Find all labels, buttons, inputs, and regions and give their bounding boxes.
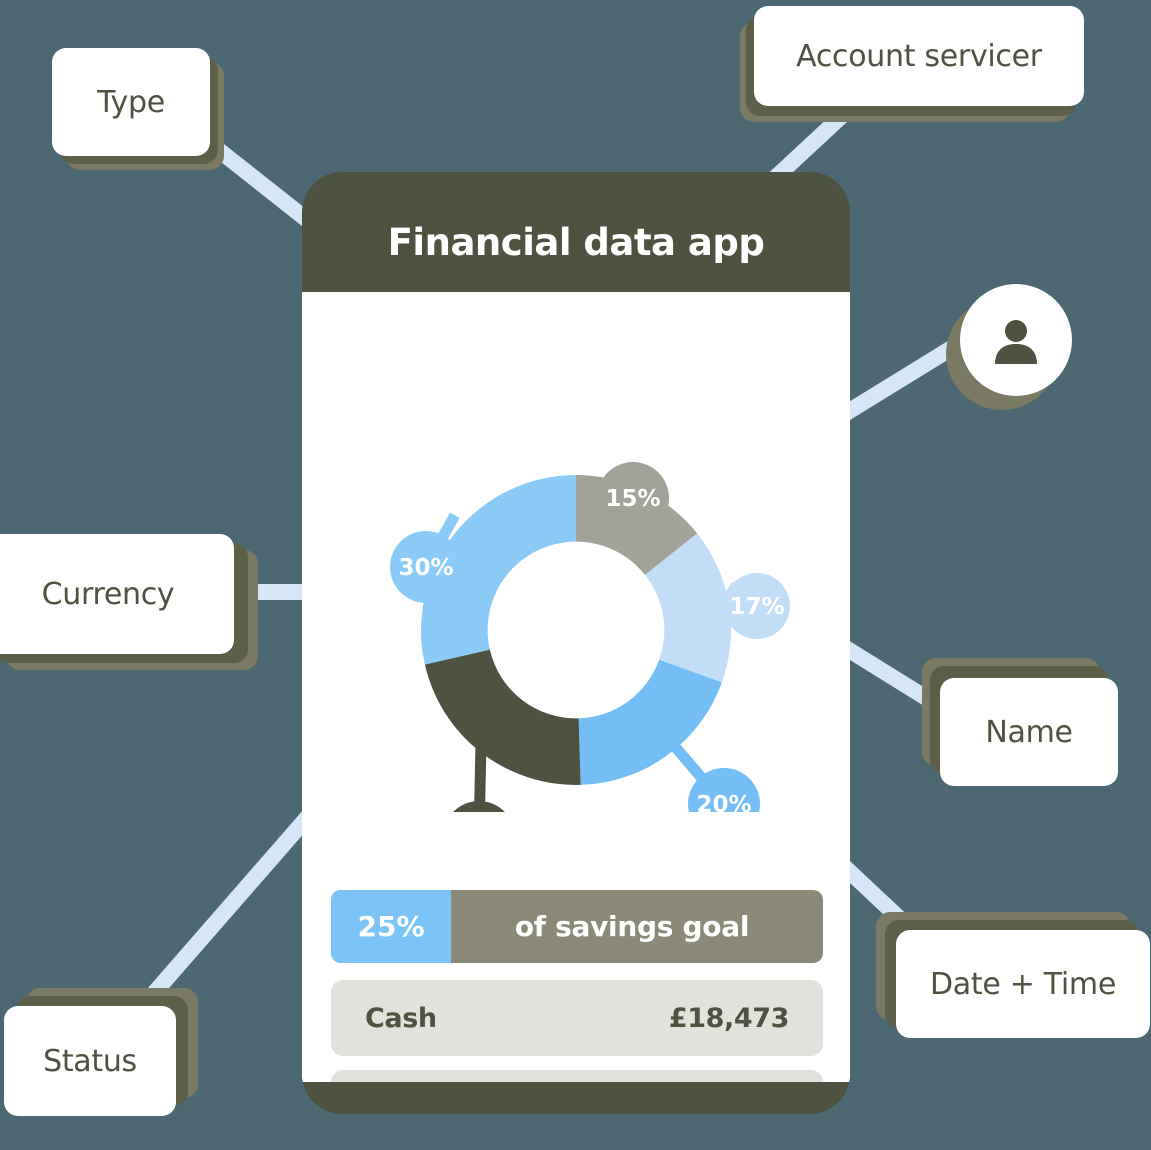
percent-bubble-label: 30%: [398, 555, 453, 581]
phone-header: Financial data app: [302, 172, 850, 312]
account-value: £18,473: [668, 1002, 790, 1034]
callout-card-currency[interactable]: Currency: [0, 534, 258, 670]
callout-card-type[interactable]: Type: [52, 48, 224, 170]
app-title: Financial data app: [387, 220, 765, 264]
callout-label: Type: [97, 84, 165, 120]
percent-bubble-label: 17%: [729, 594, 784, 620]
connector-name: [831, 635, 941, 711]
connector-status: [141, 806, 319, 1006]
avatar[interactable]: [946, 284, 1072, 410]
callout-card-date-time[interactable]: Date + Time: [876, 912, 1150, 1038]
phone-mockup: Financial data app 15%17%20%23%30%: [302, 172, 850, 1114]
screen-body: 15%17%20%23%30% 25% of savings goal Cash…: [302, 332, 850, 1082]
savings-percent: 25%: [331, 890, 451, 963]
phone-screen: 15%17%20%23%30% 25% of savings goal Cash…: [302, 292, 850, 1082]
card-face: Name: [940, 678, 1118, 786]
card-face: Account servicer: [754, 6, 1084, 106]
savings-goal-bar[interactable]: 25% of savings goal: [331, 890, 823, 963]
percent-bubble-label: 15%: [605, 486, 660, 512]
callout-label: Date + Time: [929, 966, 1117, 1002]
donut-chart: 15%17%20%23%30%: [302, 412, 850, 882]
table-row[interactable]: Credit cards - £3,575: [331, 1070, 823, 1082]
callout-card-account-servicer[interactable]: Account servicer: [740, 6, 1084, 122]
account-name: Cash: [365, 1002, 437, 1034]
accounts-list: Cash £18,473 Credit cards - £3,575 Inves…: [331, 980, 823, 1082]
card-face: Type: [52, 48, 210, 156]
card-face: Status: [4, 1006, 176, 1116]
savings-caption: of savings goal: [514, 910, 750, 943]
person-icon: [995, 320, 1037, 364]
card-face: Date + Time: [896, 930, 1150, 1038]
avatar-face: [960, 284, 1072, 396]
donut-bubbles-layer: 15%17%20%23%30%: [390, 462, 790, 812]
percent-bubble[interactable]: [443, 801, 515, 812]
callout-label: Account servicer: [796, 38, 1042, 74]
table-row[interactable]: Cash £18,473: [331, 980, 823, 1056]
percent-bubble-label: 20%: [696, 792, 751, 812]
callout-label: Currency: [41, 576, 175, 612]
callout-label: Status: [43, 1043, 137, 1079]
callout-card-status[interactable]: Status: [4, 988, 198, 1116]
callout-card-name[interactable]: Name: [922, 658, 1118, 786]
percent-bubbles: 15%17%20%23%30%: [390, 462, 790, 812]
slice-leader-line: [474, 734, 487, 812]
card-face: Currency: [0, 534, 234, 654]
infographic-stage: Financial data app 15%17%20%23%30%: [0, 0, 1151, 1150]
callout-label: Name: [985, 714, 1073, 750]
